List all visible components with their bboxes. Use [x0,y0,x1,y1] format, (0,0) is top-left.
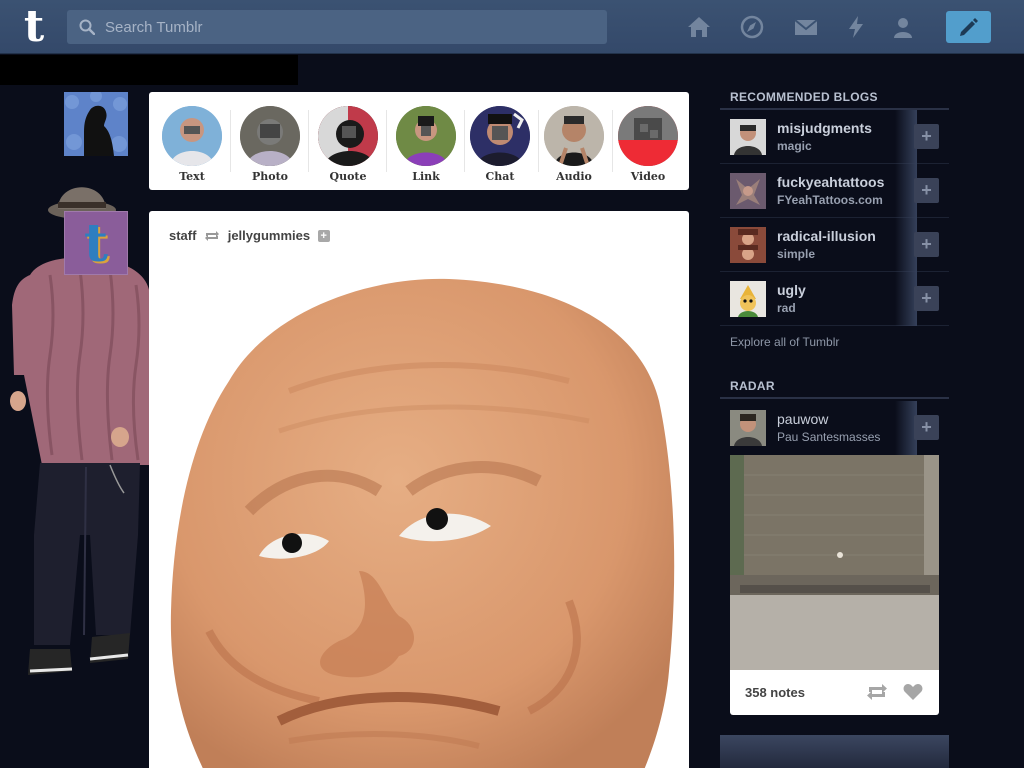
audio-post-icon [544,106,604,166]
post-type-audio[interactable]: Audio [541,106,613,186]
heart-icon[interactable] [903,683,923,701]
sidebar-divider [720,397,949,399]
search-icon [79,19,95,35]
reblog-icon[interactable] [866,683,888,701]
blog-name: radical-illusion [777,228,876,244]
post-header: staff jellygummies + [169,227,330,243]
radar-post-card: 358 notes [730,455,939,715]
sidebar-bottom-panel [720,735,949,768]
post-type-label: Photo [251,170,289,183]
blog-title: rad [777,301,796,315]
post-type-text[interactable]: Text [159,106,231,186]
blog-avatar [730,173,766,209]
home-icon[interactable] [686,15,712,39]
blog-title: magic [777,139,812,153]
blog-avatar [730,227,766,263]
link-post-icon [396,106,456,166]
post-type-quote[interactable]: Quote [315,106,387,186]
follow-button[interactable]: + [914,178,939,203]
search-input[interactable] [105,10,595,44]
post-type-label: Video [630,170,666,183]
blog-title: Pau Santesmasses [777,430,881,444]
blog-name: ugly [777,282,806,298]
video-post-icon [618,106,678,166]
staff-blog-avatar[interactable]: t [64,211,128,275]
recommended-blog-item[interactable]: misjudgments magic + [720,110,949,164]
blog-avatar [730,410,766,446]
silhouette-avatar-image [64,92,128,156]
reblog-icon [205,230,220,241]
blog-title: simple [777,247,816,261]
post-type-label: Text [179,170,205,183]
blog-avatar [730,281,766,317]
dark-strip [0,55,298,85]
dashboard-post: staff jellygummies + [149,211,689,768]
post-type-bar: Text Photo Quote Link Chat Audio Video [149,92,689,190]
follow-button[interactable]: + [914,286,939,311]
blog-avatar [730,119,766,155]
chat-post-icon [470,106,530,166]
follow-button[interactable]: + [914,124,939,149]
follow-plus-button[interactable]: + [317,229,330,242]
blog-name: fuckyeahtattoos [777,174,885,190]
explore-all-link[interactable]: Explore all of Tumblr [730,335,839,349]
explore-icon[interactable] [739,15,765,39]
quote-post-icon [318,106,378,166]
post-author-link[interactable]: staff [169,228,196,243]
post-type-link[interactable]: Link [393,106,465,186]
blog-name: misjudgments [777,120,872,136]
post-type-label: Chat [485,170,515,183]
inbox-icon[interactable] [793,15,819,39]
reblogged-from-link[interactable]: jellygummies [228,228,310,243]
notes-count[interactable]: 358 notes [745,685,805,700]
radar-photo[interactable] [730,455,939,670]
account-icon[interactable] [890,15,916,39]
recommended-blogs-heading: RECOMMENDED BLOGS [730,90,878,104]
follow-button[interactable]: + [914,415,939,440]
recommended-blog-item[interactable]: fuckyeahtattoos FYeahTattoos.com + [720,164,949,218]
recommended-blog-item[interactable]: ugly rad + [720,272,949,326]
post-type-label: Audio [556,170,592,183]
search-box[interactable] [67,10,607,44]
blog-title: FYeahTattoos.com [777,193,883,207]
post-type-chat[interactable]: Chat [467,106,539,186]
user-avatar[interactable] [64,92,128,156]
staff-logo-letter: t [83,213,109,274]
compose-button[interactable] [946,11,991,43]
top-nav-bar: t [0,0,1024,54]
post-photo[interactable] [169,271,679,768]
recommended-blog-item[interactable]: radical-illusion simple + [720,218,949,272]
post-type-photo[interactable]: Photo [237,106,309,186]
text-post-icon [162,106,222,166]
post-type-video[interactable]: Video [615,106,681,186]
activity-icon[interactable] [843,15,869,39]
tumblr-logo[interactable]: t [13,5,55,49]
pencil-icon [960,18,978,36]
photo-post-icon [240,106,300,166]
radar-heading: RADAR [730,379,775,393]
post-type-label: Link [412,170,440,183]
blog-name: pauwow [777,411,829,427]
follow-button[interactable]: + [914,232,939,257]
post-type-label: Quote [329,170,367,183]
radar-blog-item[interactable]: pauwow Pau Santesmasses + [720,401,949,455]
